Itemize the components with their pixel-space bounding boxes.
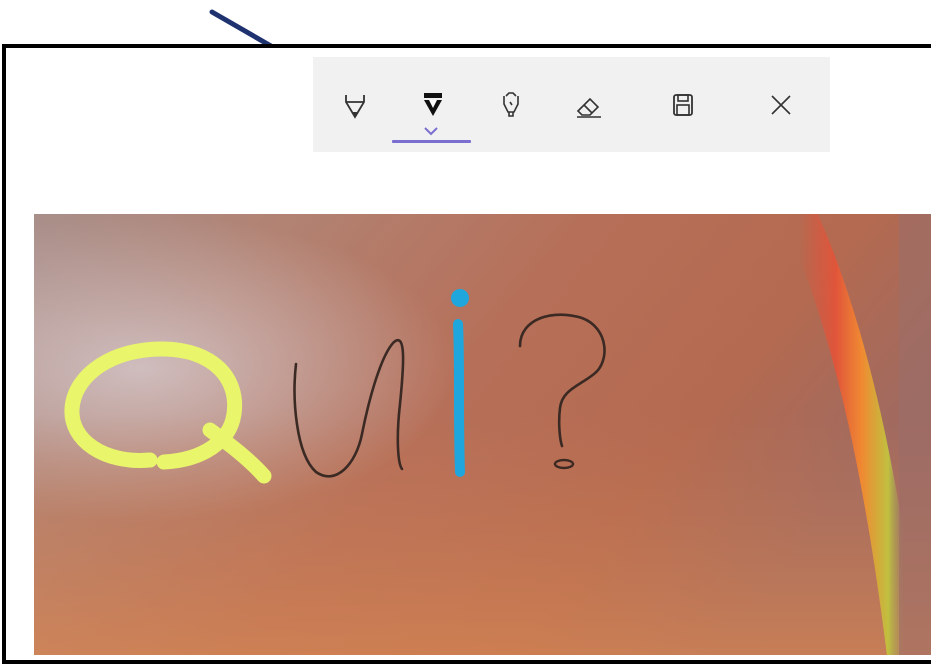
highlighter-button[interactable]: [481, 57, 541, 152]
inking-toolbar: [313, 57, 830, 152]
ballpoint-pen-icon: [345, 94, 365, 119]
photo-with-ink: [34, 214, 931, 655]
save-icon: [673, 93, 693, 116]
close-icon: [771, 94, 791, 115]
pencil-icon: [424, 92, 442, 116]
chevron-down-icon: [424, 127, 438, 136]
save-button[interactable]: [653, 57, 713, 152]
ballpoint-pen-button[interactable]: [325, 57, 385, 152]
close-button[interactable]: [751, 57, 811, 152]
highlighter-icon: [503, 91, 519, 117]
eraser-icon: [576, 97, 601, 118]
eraser-button[interactable]: [559, 57, 619, 152]
pencil-button[interactable]: [403, 57, 463, 152]
selected-tool-indicator: [392, 140, 471, 143]
drawing-canvas[interactable]: [34, 214, 931, 655]
